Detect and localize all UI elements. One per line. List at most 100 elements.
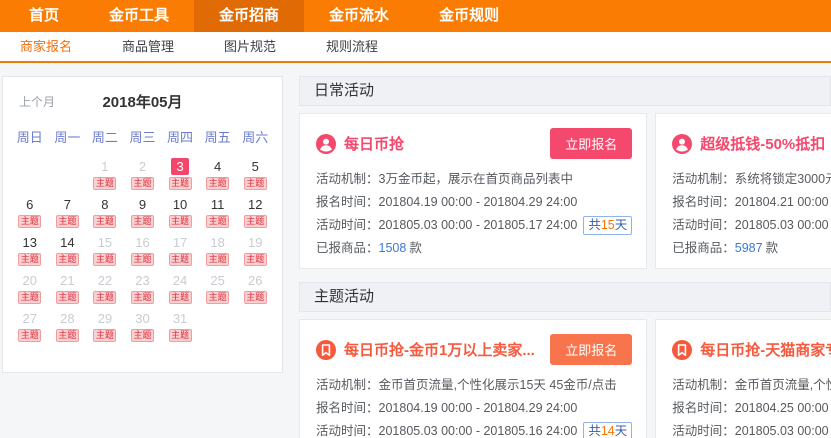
card-header: 每日币抢-金币1万以上卖家... 立即报名 [316, 334, 632, 365]
weekday-label: 周二 [86, 127, 124, 146]
theme-badge: 主题 [169, 329, 192, 342]
theme-badge: 主题 [56, 329, 79, 342]
calendar-day[interactable]: 26主题 [236, 272, 274, 310]
user-icon [316, 134, 336, 154]
calendar-day[interactable]: 17主题 [161, 234, 199, 272]
calendar-day[interactable]: 13 主题 [11, 234, 49, 272]
theme-badge: 主题 [131, 215, 154, 228]
signup-time-line: 报名时间：201804.25 00:00 - 201804.27 24:00 [672, 397, 831, 420]
calendar-day[interactable]: 4主题 [199, 158, 237, 196]
calendar-day[interactable]: 18主题 [199, 234, 237, 272]
theme-badge: 主题 [18, 291, 41, 304]
activity-mechanism-line: 活动机制：系统将锁定3000元货值商品，金币50%抵扣 [672, 168, 831, 191]
calendar-day[interactable]: 14主题 [49, 234, 87, 272]
day-number: 28 [58, 310, 76, 327]
weekday-label: 周三 [124, 127, 162, 146]
activities-column: 日常活动 每日币抢 立即报名 活动机制：3万金币起，展示在首页商品列表中 报名时… [299, 76, 831, 438]
main-nav: 首页 金币工具 金币招商 金币流水 金币规则 [0, 0, 831, 32]
day-number: 27 [21, 310, 39, 327]
calendar-day[interactable]: 31主题 [161, 310, 199, 348]
theme-badge: 主题 [18, 329, 41, 342]
signup-now-button[interactable]: 立即报名 [550, 334, 632, 365]
calendar-day[interactable]: 9主题 [124, 196, 162, 234]
calendar-day[interactable]: 28 主题 [49, 310, 87, 348]
line-value: 金币首页流量,个性化展示15天 45金币/点击 [735, 378, 831, 392]
calendar-day[interactable]: 19 主题 [236, 234, 274, 272]
calendar-day[interactable]: 7 主题 [49, 196, 87, 234]
calendar-day[interactable]: 24主题 [161, 272, 199, 310]
calendar-day[interactable]: 5 主题 [236, 158, 274, 196]
nav-item-home[interactable]: 首页 [4, 0, 84, 32]
nav-item-coin-tools[interactable]: 金币工具 [84, 0, 194, 32]
day-number: 1 [96, 158, 114, 175]
calendar-day[interactable]: 3主题 [161, 158, 199, 196]
calendar-day[interactable]: 8主题 [86, 196, 124, 234]
calendar-day[interactable]: 6主题 [11, 196, 49, 234]
theme-badge: 主题 [93, 291, 116, 304]
day-number: 19 [246, 234, 264, 251]
unit-label: 款 [409, 241, 422, 255]
activity-card-daily-coin-grab: 每日币抢 立即报名 活动机制：3万金币起，展示在首页商品列表中 报名时间：201… [299, 113, 647, 269]
theme-badge: 主题 [56, 215, 79, 228]
calendar-day[interactable]: 11主题 [199, 196, 237, 234]
subnav-item-image-specs[interactable]: 图片规范 [206, 32, 294, 61]
calendar-day[interactable]: 21主题 [49, 272, 87, 310]
calendar-day[interactable]: 1 主题 [86, 158, 124, 196]
theme-badge: 主题 [93, 215, 116, 228]
day-number: 21 [58, 272, 76, 289]
subnav-item-rules-process[interactable]: 规则流程 [308, 32, 396, 61]
day-number: 7 [58, 196, 76, 213]
subnav-item-merchant-signup[interactable]: 商家报名 [2, 32, 90, 61]
line-label: 报名时间： [316, 195, 379, 209]
line-label: 活动机制： [316, 378, 379, 392]
signed-products-count[interactable]: 1508 [379, 241, 407, 255]
theme-badge: 主题 [93, 177, 116, 190]
weekday-label: 周日 [11, 127, 49, 146]
line-value: 201805.03 00:00 - 201805.17 24:00 [379, 218, 578, 232]
line-value: 201805.03 00:00 - 201805.04 24:00 [735, 218, 831, 232]
day-number: 13 [21, 234, 39, 251]
day-number: 20 [21, 272, 39, 289]
day-number: 30 [133, 310, 151, 327]
line-value: 201804.25 00:00 - 201804.27 24:00 [735, 401, 831, 415]
activity-card-theme-10k-sellers: 每日币抢-金币1万以上卖家... 立即报名 活动机制：金币首页流量,个性化展示1… [299, 319, 647, 438]
weekday-label: 周一 [49, 127, 87, 146]
theme-badge: 主题 [244, 177, 267, 190]
calendar-empty-cell [49, 158, 87, 196]
theme-badge: 主题 [18, 253, 41, 266]
line-label: 报名时间： [316, 401, 379, 415]
calendar-day[interactable]: 12主题 [236, 196, 274, 234]
signup-time-line: 报名时间：201804.19 00:00 - 201804.29 24:00 [316, 397, 632, 420]
calendar-day[interactable]: 27 主题 [11, 310, 49, 348]
calendar-day[interactable]: 25主题 [199, 272, 237, 310]
calendar-weekdays: 周日周一周二周三周四周五周六 [11, 127, 274, 146]
calendar-day[interactable]: 29主题 [86, 310, 124, 348]
signed-products-count[interactable]: 5987 [735, 241, 763, 255]
subnav-item-product-management[interactable]: 商品管理 [104, 32, 192, 61]
calendar-day[interactable]: 20 主题 [11, 272, 49, 310]
nav-item-coin-promotion[interactable]: 金币招商 [194, 0, 304, 32]
prev-month-link[interactable]: 上个月 [19, 93, 55, 110]
unit-label: 款 [766, 241, 779, 255]
calendar-day[interactable]: 2主题 [124, 158, 162, 196]
calendar-day[interactable]: 16主题 [124, 234, 162, 272]
calendar-empty-cell [199, 310, 237, 348]
card-header: 每日币抢-天猫商家专享 已结束 [672, 334, 831, 365]
activity-card-theme-tmall: 每日币抢-天猫商家专享 已结束 活动机制：金币首页流量,个性化展示15天 45金… [655, 319, 831, 438]
theme-badge: 主题 [244, 253, 267, 266]
line-label: 活动机制： [672, 172, 735, 186]
calendar-day[interactable]: 30主题 [124, 310, 162, 348]
day-number: 5 [246, 158, 264, 175]
calendar-day[interactable]: 10主题 [161, 196, 199, 234]
nav-item-coin-flow[interactable]: 金币流水 [304, 0, 414, 32]
weekday-label: 周五 [199, 127, 237, 146]
calendar-day[interactable]: 23主题 [124, 272, 162, 310]
nav-item-coin-rules[interactable]: 金币规则 [414, 0, 524, 32]
sub-nav: 商家报名 商品管理 图片规范 规则流程 [0, 32, 831, 63]
total-days-badge: 共14天 [583, 422, 632, 438]
signup-now-button[interactable]: 立即报名 [550, 128, 632, 159]
calendar-day[interactable]: 22主题 [86, 272, 124, 310]
theme-badge: 主题 [206, 291, 229, 304]
calendar-day[interactable]: 15主题 [86, 234, 124, 272]
badge-number: 15 [601, 218, 615, 232]
